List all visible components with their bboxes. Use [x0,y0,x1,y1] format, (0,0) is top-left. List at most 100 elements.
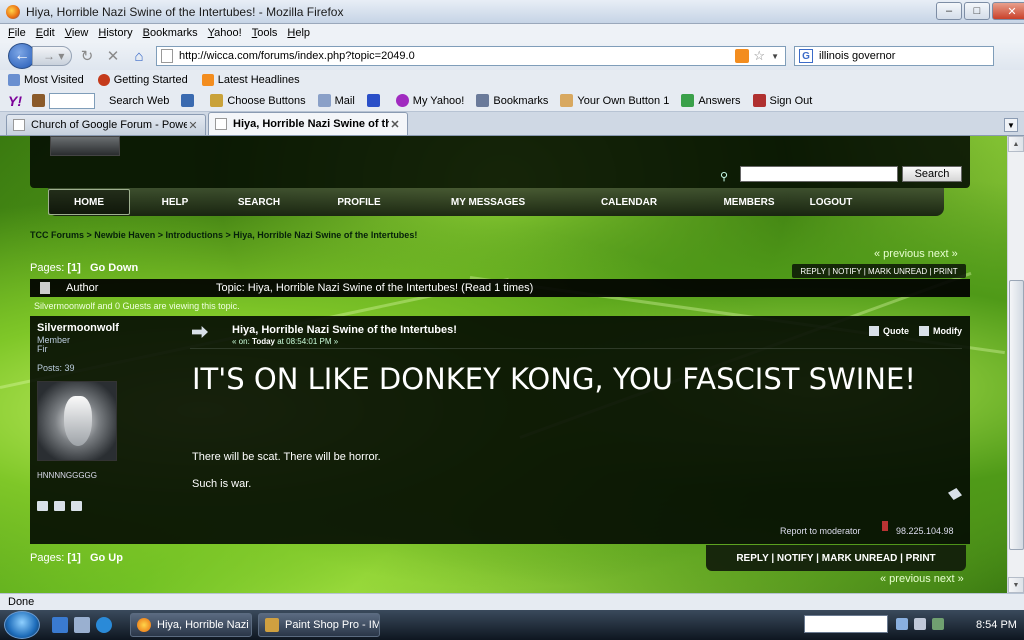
quote-button[interactable]: Quote [869,326,909,336]
url-dropdown-icon[interactable]: ▼ [771,52,779,61]
bookmark-latest-headlines[interactable]: Latest Headlines [201,74,300,86]
yahoo-own-button[interactable]: Your Own Button 1 [560,94,669,107]
inline-quote-icon[interactable] [948,488,962,500]
prev-next-bottom[interactable]: « previous next » [880,573,964,585]
nav-help[interactable]: HELP [130,189,220,215]
yahoo-choose-buttons[interactable]: Choose Buttons [210,94,306,107]
forum-search-button[interactable]: Search [902,166,962,182]
yahoo-news-icon[interactable] [181,94,198,107]
switch-windows-icon[interactable] [74,617,90,633]
report-to-moderator-link[interactable]: Report to moderator [780,526,861,536]
menu-help[interactable]: Help [287,27,310,39]
yahoo-search-input[interactable] [49,92,95,109]
start-button[interactable] [4,611,40,639]
minimize-button[interactable]: – [936,2,962,20]
nav-logout[interactable]: LOGOUT [796,189,866,215]
task-firefox[interactable]: Hiya, Horrible Nazi ... [130,613,252,637]
bookmark-most-visited[interactable]: Most Visited [8,74,84,86]
poster-post-count: Posts: 39 [37,363,75,373]
stop-icon[interactable]: ✕ [102,46,124,66]
nav-members[interactable]: MEMBERS [702,189,796,215]
go-up-link[interactable]: Go Up [90,552,123,564]
scroll-down-icon[interactable]: ▼ [1008,577,1024,593]
menu-bookmarks[interactable]: Bookmarks [143,27,198,39]
rss-feed-icon[interactable] [735,49,750,63]
tab-current-topic[interactable]: Hiya, Horrible Nazi Swine of the I... ✕ [208,112,408,135]
taskbar-search-input[interactable] [804,615,888,633]
menu-history[interactable]: History [98,27,132,39]
google-icon[interactable]: G [799,49,813,63]
close-tab-icon[interactable]: ✕ [187,119,199,132]
firefox-icon [6,4,20,19]
menu-view[interactable]: View [65,27,89,39]
clock[interactable]: 8:54 PM [976,619,1017,631]
tab-church-of-google[interactable]: Church of Google Forum - Powered... ✕ [6,114,206,135]
profile-icon[interactable] [37,501,48,511]
email-icon[interactable] [54,501,65,511]
post-subject[interactable]: Hiya, Horrible Nazi Swine of the Intertu… [232,324,457,336]
topic-actions-bottom[interactable]: REPLY | NOTIFY | MARK UNREAD | PRINT [706,545,966,571]
go-down-link[interactable]: Go Down [90,262,138,274]
topic-actions-top[interactable]: REPLY | NOTIFY | MARK UNREAD | PRINT [792,264,966,278]
prev-next-top[interactable]: « previous next » [874,248,958,260]
volume-icon[interactable] [914,618,926,630]
yahoo-sign-out[interactable]: Sign Out [752,94,812,107]
reload-icon[interactable]: ↻ [76,46,98,66]
nav-profile[interactable]: PROFILE [298,189,420,215]
forum-search-input[interactable] [740,166,898,182]
tab-page-icon [13,119,25,131]
nav-home[interactable]: HOME [48,189,130,215]
search-value[interactable]: illinois governor [819,50,895,62]
menu-tools[interactable]: Tools [252,27,278,39]
breadcrumb[interactable]: TCC Forums > Newbie Haven > Introduction… [30,230,417,240]
poster-sub: Fir [37,344,48,354]
menu-yahoo[interactable]: Yahoo! [208,27,242,39]
bookmark-getting-started[interactable]: Getting Started [97,74,188,86]
hand-icon [560,94,574,107]
close-window-button[interactable]: ✕ [992,2,1024,20]
bookmarks-toolbar: Most Visited Getting Started Latest Head… [0,70,1024,90]
scroll-up-icon[interactable]: ▲ [1008,136,1024,152]
scroll-thumb[interactable] [1009,280,1024,550]
nav-search[interactable]: SEARCH [220,189,298,215]
tab-list-dropdown-icon[interactable]: ▼ [1004,118,1018,132]
pencil-icon[interactable] [32,94,45,107]
tray-app-icon[interactable] [932,618,944,630]
search-bar[interactable]: G illinois governor [794,46,994,66]
yahoo-plus-button[interactable] [366,94,384,107]
pagination-bottom: Pages: [1] Go Up [30,552,123,564]
yahoo-search-web[interactable]: Search Web [109,95,169,107]
bookmark-star-icon[interactable]: ☆ [753,48,765,64]
page-link[interactable]: [1] [67,262,80,274]
poster-name[interactable]: Silvermoonwolf [37,322,119,334]
yahoo-my-yahoo[interactable]: My Yahoo! [395,94,464,107]
url-bar[interactable]: http://wicca.com/forums/index.php?topic=… [156,46,786,66]
quick-launch [52,617,118,633]
page-link[interactable]: [1] [67,552,80,564]
close-tab-icon[interactable]: ✕ [389,118,401,131]
forward-button[interactable]: → ▾ [32,46,72,66]
url-text[interactable]: http://wicca.com/forums/index.php?topic=… [179,50,735,62]
message-icon[interactable] [71,501,82,511]
nav-calendar[interactable]: CALENDAR [556,189,702,215]
ip-address: 98.225.104.98 [896,526,954,536]
ie-icon[interactable] [96,617,112,633]
quote-icon [869,326,879,336]
yahoo-mail[interactable]: Mail [317,94,355,107]
maximize-button[interactable]: □ [964,2,990,20]
network-icon[interactable] [896,618,908,630]
home-icon[interactable]: ⌂ [128,46,150,66]
modify-button[interactable]: Modify [919,326,962,336]
yahoo-answers[interactable]: Answers [681,94,741,107]
yahoo-logo[interactable]: Y! [8,93,22,109]
answers-icon [681,94,695,107]
task-paint-shop-pro[interactable]: Paint Shop Pro - IM... [258,613,380,637]
vertical-scrollbar[interactable]: ▲ ▼ [1007,136,1024,593]
nav-my-messages[interactable]: MY MESSAGES [420,189,556,215]
getting-started-icon [97,74,110,86]
post-headline: IT'S ON LIKE DONKEY KONG, YOU FASCIST SW… [192,362,916,396]
menu-file[interactable]: File [8,27,26,39]
show-desktop-icon[interactable] [52,617,68,633]
menu-edit[interactable]: Edit [36,27,55,39]
yahoo-bookmarks[interactable]: Bookmarks [476,94,548,107]
